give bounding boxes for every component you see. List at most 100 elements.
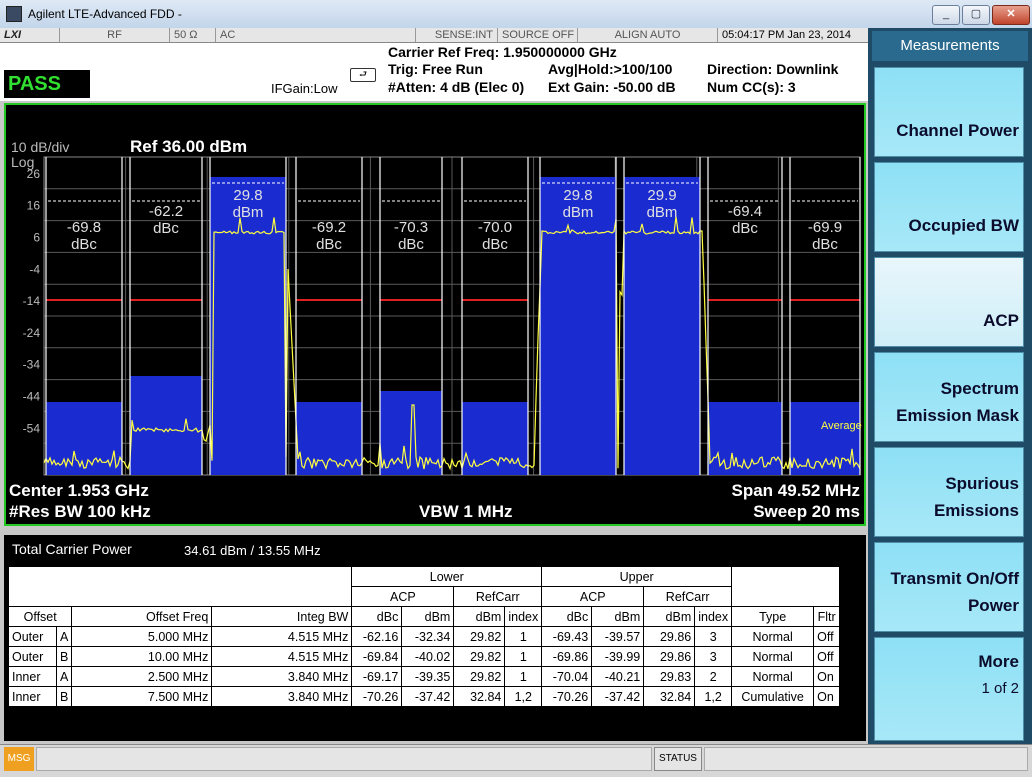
instrument-status-row: LXI RF 50 Ω AC SENSE:INT SOURCE OFF ALIG… (0, 28, 868, 43)
segment-unit: dBc (732, 220, 758, 237)
table-row: Inner A 2.500 MHz 3.840 MHz -69.17 -39.35 29.8… (8, 666, 841, 687)
ref-level-label: Ref 36.00 dBm (130, 137, 247, 156)
table-cell: 29.86 (643, 626, 696, 647)
segment-value: -70.3 (394, 219, 428, 236)
table-cell: 3.840 MHz (211, 666, 353, 687)
segment-value: -62.2 (149, 203, 183, 220)
vbw-label: VBW 1 MHz (419, 502, 513, 521)
pass-indicator: PASS (4, 70, 90, 98)
table-cell: 29.86 (643, 646, 696, 667)
column-header: Type (731, 606, 815, 627)
segment-value: 29.8 (233, 187, 262, 204)
softkey-label-line2: Emissions (933, 501, 1019, 520)
table-cell: Outer (8, 646, 57, 667)
table-cell: 32.84 (643, 686, 696, 707)
channel-power-button[interactable]: Channel Power (874, 67, 1024, 157)
segment-value: -69.9 (808, 219, 842, 236)
y-tick-label: 6 (33, 231, 40, 245)
occupied-bw-button[interactable]: Occupied BW (874, 162, 1024, 252)
lower-refcarr-subheader: RefCarr (453, 586, 543, 607)
segment-value: -69.8 (67, 219, 101, 236)
table-cell: 1 (504, 626, 543, 647)
table-cell: Off (813, 646, 841, 667)
segment-value: 29.8 (563, 187, 592, 204)
table-cell: A (55, 666, 73, 687)
align-indicator: ALIGN AUTO (578, 28, 718, 42)
table-cell: Off (813, 626, 841, 647)
table-cell: -69.84 (351, 646, 403, 667)
table-cell: 1,2 (504, 686, 543, 707)
acp-results-table: Lower Upper ACP RefCarr ACP RefCarr Offs… (7, 566, 841, 707)
table-cell: -39.35 (401, 666, 455, 687)
channel-bar (540, 177, 616, 475)
num-cc-setting: Num CC(s): 3 (707, 79, 796, 95)
lower-acp-subheader: ACP (351, 586, 455, 607)
table-cell: 3 (694, 646, 733, 667)
total-carrier-power-value: 34.61 dBm / 13.55 MHz (184, 543, 321, 558)
table-cell: -39.99 (591, 646, 645, 667)
table-cell: 1 (504, 646, 543, 667)
table-cell: 3 (694, 626, 733, 647)
measurements-menu-title: Measurements (872, 31, 1028, 61)
y-tick-label: -54 (23, 421, 41, 435)
table-cell: -70.04 (541, 666, 593, 687)
table-cell: -70.26 (541, 686, 593, 707)
segment-value: -69.2 (312, 219, 346, 236)
softkey-label-line2: Emission Mask (896, 406, 1019, 425)
acp-results-panel: Total Carrier Power 34.61 dBm / 13.55 MH… (4, 535, 866, 741)
close-button[interactable]: ✕ (992, 5, 1030, 25)
table-row: Outer B 10.00 MHz 4.515 MHz -69.84 -40.02 29.8… (8, 646, 841, 667)
more-button[interactable]: More 1 of 2 (874, 637, 1024, 741)
table-cell: 29.83 (643, 666, 696, 687)
table-cell: -69.86 (541, 646, 593, 667)
datetime-display: 05:04:17 PM Jan 23, 2014 (722, 29, 852, 41)
upper-acp-subheader: ACP (541, 586, 645, 607)
table-cell: 3.840 MHz (211, 686, 353, 707)
segment-unit: dBm (647, 204, 678, 221)
segment-unit: dBc (812, 236, 838, 253)
window-title-bar: Agilent LTE-Advanced FDD - _ ▢ ✕ (0, 0, 1032, 29)
softkey-label-line2: 1 of 2 (981, 680, 1019, 697)
maximize-button[interactable]: ▢ (962, 5, 990, 25)
y-tick-label: -44 (23, 390, 41, 404)
table-cell: -69.17 (351, 666, 403, 687)
transmit-on-off-power-button[interactable]: Transmit On/Off Power (874, 542, 1024, 632)
impedance-indicator: 50 Ω (170, 28, 216, 42)
table-cell: Normal (731, 646, 815, 667)
channel-bar (130, 376, 202, 475)
source-indicator: SOURCE OFF (498, 28, 578, 42)
lower-group-header: Lower (351, 566, 543, 587)
spectrum-graph: 26166-4-14-24-34-44-54 -69.8dBc-62.2dBc2… (9, 137, 862, 521)
center-freq-label: Center 1.953 GHz (9, 481, 149, 500)
column-header: index (504, 606, 543, 627)
channel-bar (624, 177, 700, 475)
table-cell: -62.16 (351, 626, 403, 647)
table-cell: 2 (694, 666, 733, 687)
minimize-button[interactable]: _ (932, 5, 960, 25)
table-cell: -32.34 (401, 626, 455, 647)
acp-button[interactable]: ACP (874, 257, 1024, 347)
softkey-label-line2: Channel Power (896, 121, 1019, 140)
average-label: Average (821, 420, 862, 432)
segment-unit: dBc (482, 236, 508, 253)
return-arrow-icon: ⮐ (350, 68, 376, 82)
spectrum-emission-mask-button[interactable]: Spectrum Emission Mask (874, 352, 1024, 442)
table-cell: 29.82 (453, 666, 506, 687)
table-cell: 4.515 MHz (211, 626, 353, 647)
ext-gain-setting: Ext Gain: -50.00 dB (548, 79, 676, 95)
column-header: dBm (643, 606, 696, 627)
status-button[interactable]: STATUS (654, 747, 702, 771)
spurious-emissions-button[interactable]: Spurious Emissions (874, 447, 1024, 537)
column-header: Fltr (813, 606, 841, 627)
total-carrier-power-label: Total Carrier Power (12, 541, 132, 557)
msg-indicator[interactable]: MSG (4, 747, 34, 771)
table-cell: B (55, 646, 73, 667)
segment-value: -69.4 (728, 203, 762, 220)
table-cell: 32.84 (453, 686, 506, 707)
softkey-label-line1: Spectrum (940, 379, 1019, 398)
window-title: Agilent LTE-Advanced FDD - (28, 7, 182, 21)
table-cell: -69.43 (541, 626, 593, 647)
sweep-label: Sweep 20 ms (753, 502, 860, 521)
column-header: dBc (351, 606, 403, 627)
log-label: Log (11, 154, 34, 170)
